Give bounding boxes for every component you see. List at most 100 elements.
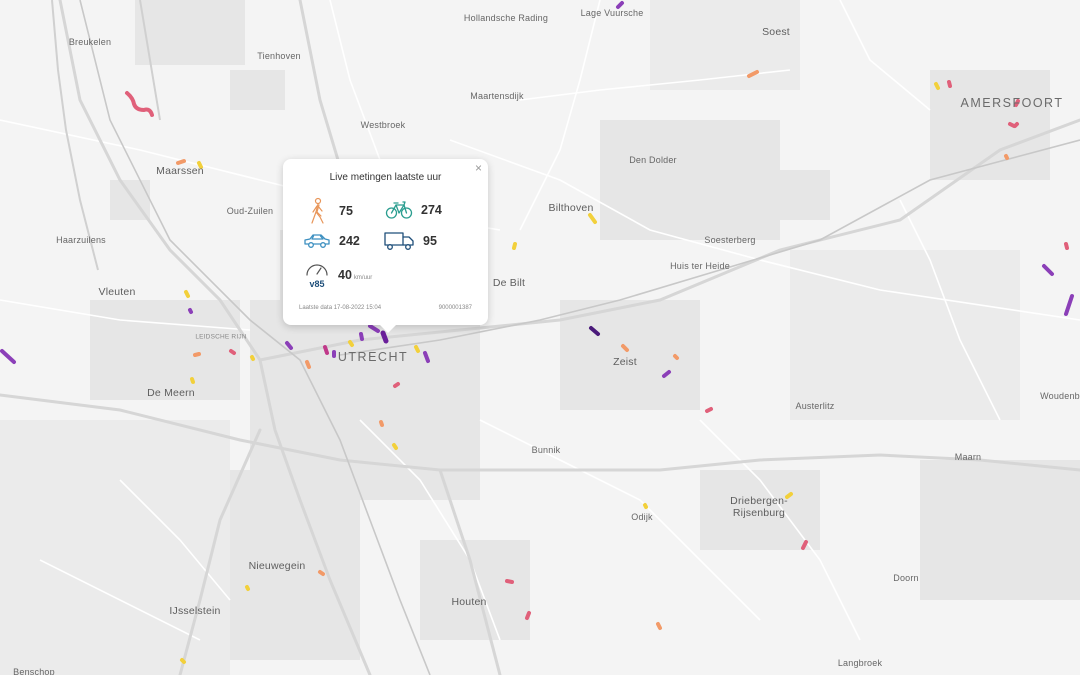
bicycle-icon <box>385 201 413 219</box>
place-label: Langbroek <box>837 658 883 668</box>
traffic-segment <box>180 658 186 664</box>
traffic-segment <box>380 330 389 344</box>
sensor-id: 9000001387 <box>438 305 472 311</box>
traffic-segment <box>176 159 186 165</box>
traffic-segment <box>368 324 380 333</box>
traffic-segment <box>588 213 597 224</box>
traffic-segment <box>616 1 624 9</box>
place-label: Vleuten <box>98 286 136 298</box>
traffic-segment <box>673 354 679 360</box>
traffic-segment <box>643 503 648 509</box>
car-metric: 242 <box>303 232 360 250</box>
place-label: Houten <box>451 596 487 608</box>
map-canvas[interactable]: Breukelen Tienhoven Hollandsche Rading Lage… <box>0 0 1080 675</box>
traffic-segment <box>1004 154 1009 160</box>
place-label: Nieuwegein <box>248 560 306 572</box>
place-label: Hollandsche Rading <box>463 13 549 23</box>
place-label: Rijsenburg <box>732 507 786 519</box>
place-label: Oud-Zuilen <box>226 206 274 216</box>
traffic-segment <box>512 242 517 250</box>
traffic-segment <box>1064 294 1074 316</box>
truck-count: 95 <box>423 234 437 248</box>
cyclist-metric: 274 <box>385 199 442 221</box>
truck-icon <box>384 232 414 250</box>
traffic-segment <box>245 585 250 591</box>
place-label: Odijk <box>631 512 653 522</box>
place-label: Breukelen <box>68 37 112 47</box>
traffic-segment <box>1042 264 1054 276</box>
traffic-segment <box>414 345 420 353</box>
pedestrian-icon <box>311 197 324 224</box>
place-label: Maarn <box>954 452 982 462</box>
place-label: Doorn <box>893 573 919 583</box>
traffic-segment <box>393 382 400 388</box>
traffic-segment <box>318 570 325 576</box>
traffic-segment <box>359 332 364 341</box>
truck-metric: 95 <box>383 230 437 252</box>
last-data-timestamp: Laatste data 17-08-2022 15:04 <box>299 305 382 311</box>
v85-metric: v85 40 km/uur <box>304 261 372 289</box>
traffic-segment <box>379 420 384 427</box>
traffic-segment <box>184 290 190 298</box>
place-label: Westbroek <box>360 120 406 130</box>
traffic-segment <box>589 326 600 336</box>
place-label: De Meern <box>147 387 195 399</box>
place-label: IJsselstein <box>169 605 221 617</box>
traffic-segment <box>801 540 808 550</box>
speedometer-icon: v85 <box>306 264 328 289</box>
traffic-segment <box>525 611 531 620</box>
v85-icon-label: v85 <box>309 279 324 289</box>
traffic-segment <box>190 377 195 384</box>
car-icon <box>304 234 330 248</box>
close-icon[interactable]: × <box>475 161 482 175</box>
measurement-popup: Live metingen laatste uur × 75 274 242 9… <box>283 159 488 333</box>
pedestrian-count: 75 <box>339 204 353 218</box>
place-label: Maartensdijk <box>470 91 524 101</box>
traffic-segment <box>705 407 713 413</box>
place-label: Soest <box>762 26 790 38</box>
place-label: Haarzuilens <box>56 235 106 245</box>
place-label: Lage Vuursche <box>580 8 644 18</box>
place-label: Maarssen <box>156 165 204 177</box>
place-label: Austerlitz <box>795 401 835 411</box>
place-label: Woudenb <box>1040 391 1080 401</box>
traffic-segment <box>285 341 293 350</box>
traffic-segment <box>188 308 193 314</box>
place-label: Zeist <box>613 356 637 368</box>
place-label: Bunnik <box>531 445 561 455</box>
traffic-segment <box>0 349 16 364</box>
place-label: Huis ter Heide <box>670 261 730 271</box>
popup-title: Live metingen laatste uur <box>329 172 442 183</box>
v85-unit: km/uur <box>353 274 373 281</box>
traffic-segment <box>250 355 255 361</box>
traffic-segment <box>747 70 759 78</box>
car-count: 242 <box>339 234 360 248</box>
place-label: UTRECHT <box>337 350 409 364</box>
pedestrian-metric: 75 <box>305 197 353 225</box>
popup-footer: Laatste data 17-08-2022 15:04 9000001387 <box>299 305 472 311</box>
place-label: Bilthoven <box>548 202 594 214</box>
traffic-segment <box>323 345 329 355</box>
traffic-segment <box>348 340 354 347</box>
traffic-segment <box>934 82 940 90</box>
traffic-segment <box>305 360 311 369</box>
traffic-segment <box>1013 122 1019 128</box>
v85-speed: 40 <box>338 268 352 282</box>
place-label: Tienhoven <box>257 51 301 61</box>
traffic-segment <box>656 622 662 630</box>
place-label: Soesterberg <box>704 235 756 245</box>
cyclist-count: 274 <box>421 203 442 217</box>
place-label: LEIDSCHE RIJN <box>195 333 247 341</box>
place-label: De Bilt <box>492 277 526 289</box>
traffic-segment <box>505 579 514 584</box>
popup-pointer <box>380 325 396 333</box>
traffic-segment <box>423 351 430 363</box>
traffic-segment <box>621 344 629 352</box>
place-label: Den Dolder <box>629 155 677 165</box>
traffic-segment <box>193 352 201 357</box>
place-label: Driebergen- <box>730 495 788 507</box>
place-label: Benschop <box>13 667 55 675</box>
traffic-segment <box>125 91 154 117</box>
traffic-segment <box>392 443 398 450</box>
traffic-segment <box>947 80 952 88</box>
